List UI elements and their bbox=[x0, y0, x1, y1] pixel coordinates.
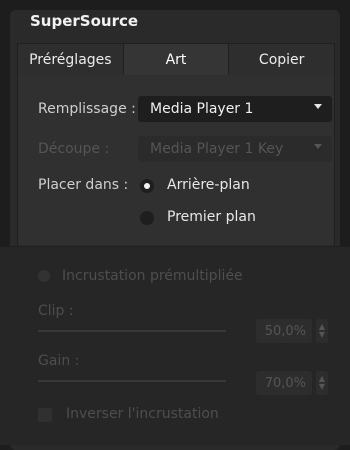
panel-title: SuperSource bbox=[30, 12, 139, 30]
tab-bar: Préréglages Art Copier bbox=[17, 43, 335, 77]
fill-select-value: Media Player 1 bbox=[150, 101, 254, 117]
chevron-down-icon bbox=[314, 104, 322, 109]
tab-art[interactable]: Art bbox=[123, 44, 230, 76]
gain-slider[interactable] bbox=[38, 380, 226, 382]
invert-key-checkbox[interactable] bbox=[38, 408, 52, 422]
cut-select[interactable]: Media Player 1 Key bbox=[138, 136, 332, 162]
gain-value-field[interactable]: 70,0% bbox=[256, 371, 312, 395]
fill-select[interactable]: Media Player 1 bbox=[138, 96, 332, 122]
background-option-label[interactable]: Arrière-plan bbox=[167, 177, 250, 193]
gain-stepper[interactable]: ▲ ▼ bbox=[316, 371, 328, 395]
fill-label: Remplissage : bbox=[38, 101, 136, 117]
premultiplied-toggle[interactable] bbox=[38, 270, 50, 282]
radio-selected-dot bbox=[144, 183, 150, 189]
cut-label: Découpe : bbox=[38, 141, 110, 157]
tab-presets[interactable]: Préréglages bbox=[18, 44, 124, 76]
premultiplied-label: Incrustation prémultipliée bbox=[62, 268, 243, 284]
place-label: Placer dans : bbox=[38, 177, 129, 193]
clip-slider[interactable] bbox=[38, 330, 226, 332]
invert-key-label: Inverser l'incrustation bbox=[66, 406, 219, 422]
radio-background[interactable] bbox=[140, 179, 154, 193]
radio-foreground[interactable] bbox=[140, 211, 154, 225]
cut-select-value: Media Player 1 Key bbox=[150, 141, 284, 157]
chevron-down-icon bbox=[314, 144, 322, 149]
clip-stepper[interactable]: ▲ ▼ bbox=[316, 319, 328, 343]
gain-label: Gain : bbox=[38, 353, 80, 369]
clip-value-field[interactable]: 50,0% bbox=[256, 319, 312, 343]
foreground-option-label[interactable]: Premier plan bbox=[167, 209, 256, 225]
tab-copy[interactable]: Copier bbox=[229, 44, 334, 76]
clip-label: Clip : bbox=[38, 303, 74, 319]
